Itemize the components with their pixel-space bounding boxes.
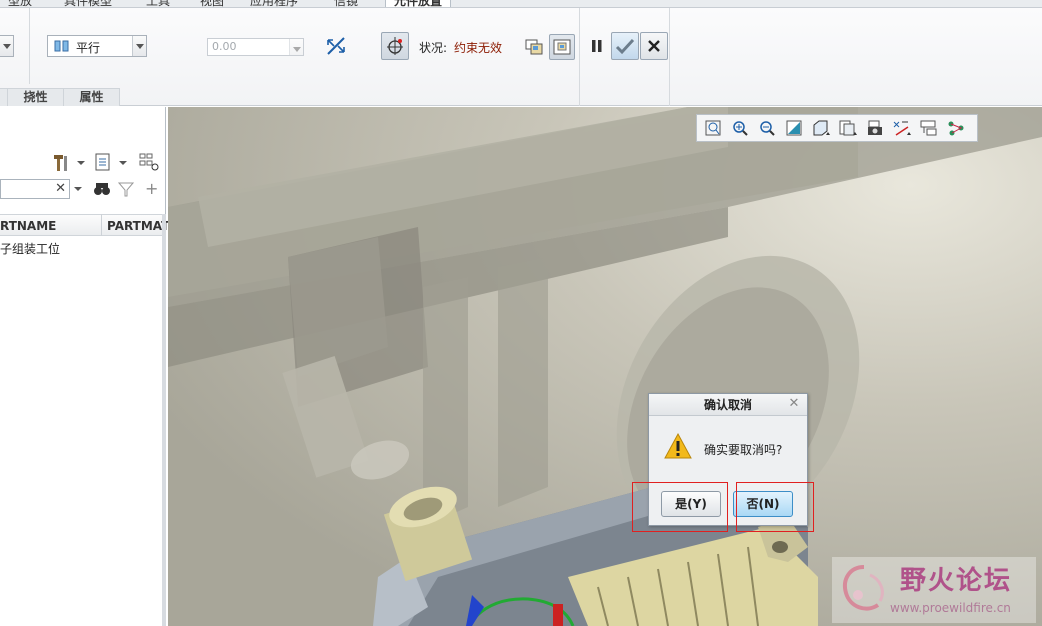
view-manager-button[interactable] [863, 117, 887, 139]
graphics-viewport[interactable]: 野火论坛 www.proewildfire.cn [168, 107, 1042, 626]
flip-icon [327, 37, 345, 55]
ribbon-separator [29, 8, 30, 84]
offset-value: 0.00 [212, 40, 237, 53]
display-style-button[interactable] [809, 117, 833, 139]
ribbon-separator [669, 8, 670, 106]
repaint-icon [786, 120, 802, 136]
offset-value-field[interactable]: 0.00 [207, 38, 304, 56]
pause-button[interactable] [584, 33, 610, 59]
separate-window-icon [525, 39, 543, 55]
tree-toolbar [0, 149, 166, 177]
annotation-display-icon [920, 120, 937, 136]
assembly-3d-model [168, 107, 1042, 626]
tab-4[interactable]: 应用程序 [250, 0, 298, 7]
watermark-title: 野火论坛 [900, 566, 1013, 596]
tree-column-header: RTNAME PARTMAT [0, 214, 169, 236]
show-hide-tree-icon[interactable] [139, 152, 161, 172]
zoom-out-icon [760, 121, 775, 136]
assembly-window-icon [553, 39, 571, 55]
parallel-icon [54, 40, 69, 52]
flip-constraint-button[interactable] [323, 33, 349, 59]
saved-views-button[interactable] [836, 117, 860, 139]
constraint-type-dropdown[interactable]: 平行 [47, 35, 147, 57]
column-divider[interactable] [101, 214, 102, 236]
spin-center-button[interactable] [944, 117, 968, 139]
accept-button[interactable] [611, 32, 639, 60]
tab-5[interactable]: 信镜 [334, 0, 358, 7]
settings-list-icon[interactable] [94, 152, 112, 172]
column-header-partmat[interactable]: PARTMAT [107, 219, 169, 233]
move-crosshair-icon [387, 37, 403, 55]
ribbon: 平行 0.00 状况: 约束无效 挠性 属性 [0, 8, 1042, 106]
zoom-out-button[interactable] [755, 117, 779, 139]
separate-window-button[interactable] [521, 34, 547, 60]
cancel-feature-button[interactable] [640, 32, 668, 60]
datum-display-button[interactable] [890, 117, 914, 139]
tab-3[interactable]: 视图 [200, 0, 224, 7]
tree-row-name[interactable]: 子组装工位 [0, 240, 60, 257]
annotation-display-button[interactable] [917, 117, 941, 139]
close-x-icon [648, 40, 660, 52]
display-style-icon [813, 120, 830, 136]
forum-watermark: 野火论坛 www.proewildfire.cn [832, 557, 1036, 623]
highlight-no-box [736, 482, 814, 532]
pause-icon [592, 40, 602, 52]
clear-filter-icon[interactable]: ✕ [55, 181, 66, 196]
ribbon-tab-strip: 型放 具件模型 工具 视图 应用程序 信镜 元件放置 [0, 0, 1042, 8]
view-manager-icon [868, 120, 882, 135]
filter-funnel-icon[interactable] [118, 181, 134, 197]
vertical-scrollbar[interactable] [162, 214, 166, 626]
dialog-close-icon[interactable]: ✕ [787, 397, 801, 411]
checkmark-icon [615, 38, 635, 55]
constraint-set-dropdown[interactable] [0, 35, 14, 57]
datum-display-icon [893, 121, 911, 136]
add-column-icon[interactable]: + [145, 179, 158, 198]
repaint-button[interactable] [782, 117, 806, 139]
spin-center-icon [948, 121, 964, 136]
forum-logo-icon [843, 565, 884, 611]
zoom-in-icon [733, 121, 748, 136]
refit-icon [705, 120, 721, 136]
tab-0[interactable]: 型放 [8, 0, 32, 7]
tree-filter-input[interactable]: ✕ [0, 179, 70, 199]
view-toolbar [696, 114, 978, 142]
tab-2[interactable]: 工具 [146, 0, 170, 7]
saved-views-icon [839, 120, 857, 136]
dialog-message: 确实要取消吗? [704, 443, 783, 457]
tools-icon[interactable] [52, 153, 70, 173]
model-tree-panel: ✕ + RTNAME PARTMAT 子组装工位 [0, 107, 169, 626]
warning-icon [664, 432, 692, 459]
assembly-window-button[interactable] [549, 34, 575, 60]
refit-button[interactable] [701, 117, 725, 139]
watermark-url: www.proewildfire.cn [890, 601, 1011, 615]
tab-component-placement[interactable]: 元件放置 [385, 0, 452, 7]
status-label: 状况: [419, 41, 448, 55]
move-component-button[interactable] [381, 32, 409, 60]
highlight-yes-box [632, 482, 728, 532]
chevron-down-icon[interactable] [73, 185, 83, 193]
zoom-in-button[interactable] [728, 117, 752, 139]
status-value: 约束无效 [454, 41, 503, 55]
ribbon-group-tab-flexibility[interactable]: 挠性 [8, 88, 64, 106]
chevron-down-icon[interactable] [118, 159, 128, 167]
binoculars-find-icon[interactable] [93, 181, 111, 197]
ribbon-separator [579, 8, 580, 106]
column-header-partname[interactable]: RTNAME [0, 219, 56, 233]
ribbon-group-tab-properties[interactable]: 属性 [64, 88, 120, 106]
chevron-down-icon[interactable] [76, 159, 86, 167]
constraint-type-value: 平行 [76, 41, 101, 55]
tab-1[interactable]: 具件模型 [64, 0, 112, 7]
dialog-title: 确认取消 [649, 394, 807, 416]
ribbon-group-tab-partial[interactable] [0, 88, 8, 106]
